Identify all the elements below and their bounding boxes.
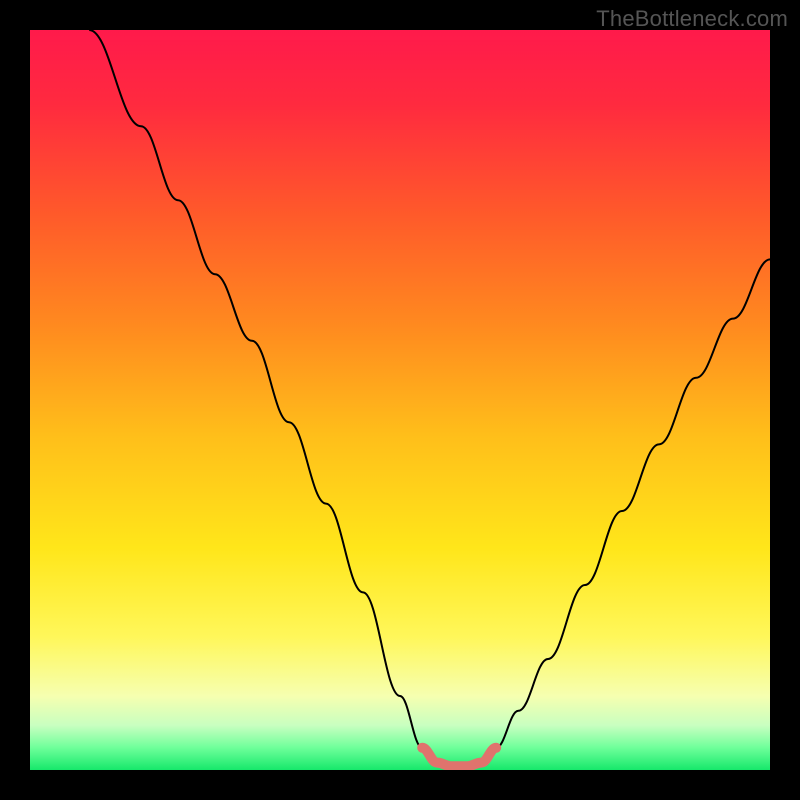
chart-frame: TheBottleneck.com: [0, 0, 800, 800]
watermark-text: TheBottleneck.com: [596, 6, 788, 32]
bottleneck-chart: [30, 30, 770, 770]
gradient-background: [30, 30, 770, 770]
plot-area: [30, 30, 770, 770]
